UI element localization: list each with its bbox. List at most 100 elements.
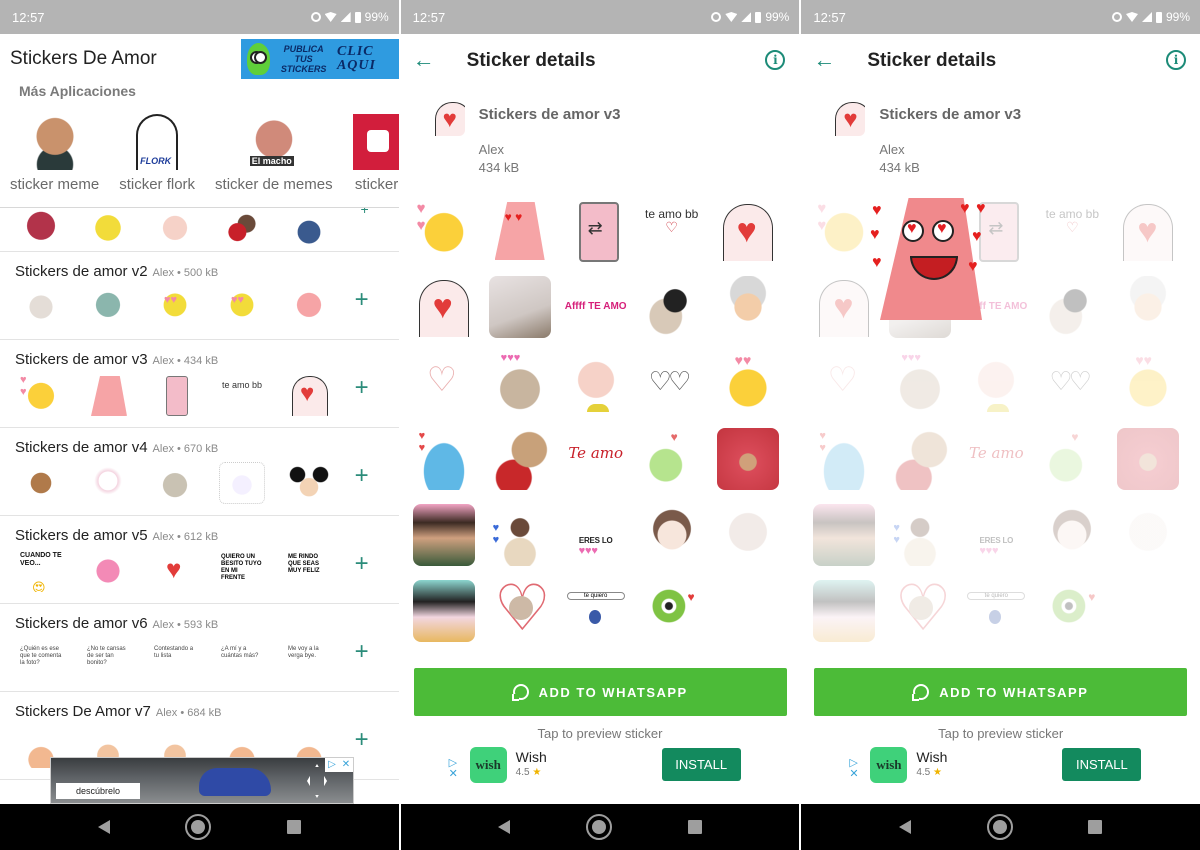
add-pack-button[interactable]: + xyxy=(355,552,369,576)
nav-home-icon[interactable] xyxy=(185,814,212,840)
add-pack-button[interactable]: + xyxy=(355,640,369,664)
wish-ad[interactable]: ▷ ✕ wish Wish 4.5 ★ INSTALL xyxy=(449,746,749,784)
sticker-cell[interactable] xyxy=(412,200,475,262)
sticker-cell[interactable] xyxy=(889,580,952,642)
sticker-cell[interactable] xyxy=(889,352,952,414)
sticker-cell[interactable] xyxy=(813,276,876,338)
nav-back-icon[interactable] xyxy=(498,820,511,834)
back-arrow-icon[interactable]: ← xyxy=(813,48,837,72)
sticker-cell[interactable] xyxy=(412,428,475,490)
sticker-cell[interactable] xyxy=(564,580,627,642)
sticker-cell[interactable] xyxy=(1041,580,1104,642)
sticker-pack[interactable]: Stickers de amor v6 Alex • 593 kB ¿Quién… xyxy=(0,604,399,692)
sticker-cell[interactable] xyxy=(640,352,703,414)
install-button[interactable]: INSTALL xyxy=(661,748,741,781)
ad-choices-icon[interactable]: ▷ xyxy=(325,758,339,772)
sticker-cell[interactable] xyxy=(813,352,876,414)
add-pack-button[interactable]: + xyxy=(355,728,369,752)
sticker-cell[interactable]: Affff TE AMO xyxy=(564,276,627,338)
sticker-cell[interactable] xyxy=(640,504,703,566)
sticker-cell[interactable] xyxy=(1117,428,1180,490)
sticker-cell[interactable] xyxy=(564,352,627,414)
add-pack-button[interactable]: + xyxy=(355,376,369,400)
sticker-cell[interactable] xyxy=(564,200,627,262)
sticker-cell[interactable] xyxy=(1041,428,1104,490)
sticker-cell[interactable] xyxy=(1117,200,1180,262)
sticker-cell[interactable] xyxy=(488,580,551,642)
sticker-cell[interactable] xyxy=(640,580,703,642)
sticker-cell[interactable] xyxy=(640,276,703,338)
app-item-sticker-meme[interactable]: sticker meme xyxy=(10,114,99,204)
nav-home-icon[interactable] xyxy=(986,814,1013,840)
sticker-cell[interactable] xyxy=(488,504,551,566)
publish-stickers-banner[interactable]: PUBLICA TUS STICKERS CLIC AQUI xyxy=(241,39,399,79)
sticker-cell[interactable] xyxy=(1041,276,1104,338)
nav-home-icon[interactable] xyxy=(585,814,612,840)
sticker-cell[interactable] xyxy=(412,580,475,642)
sticker-cell[interactable] xyxy=(412,352,475,414)
sticker-cell[interactable]: Te amo xyxy=(965,428,1028,490)
add-to-whatsapp-button[interactable]: ADD TO WHATSAPP xyxy=(413,668,787,716)
ad-close-icon[interactable]: ✕ xyxy=(339,758,353,772)
sticker-cell[interactable] xyxy=(1117,276,1180,338)
sticker-pack-partial[interactable]: + xyxy=(0,208,399,252)
ad-cta[interactable]: descúbrelo xyxy=(56,783,141,799)
sticker-cell[interactable]: Te amo xyxy=(564,428,627,490)
sticker-cell[interactable] xyxy=(716,504,779,566)
sticker-cell[interactable] xyxy=(488,428,551,490)
ad-choices-icon[interactable]: ▷ ✕ xyxy=(849,758,858,780)
app-item-sticker[interactable]: sticker xyxy=(352,114,399,204)
app-item-sticker-de-memes[interactable]: sticker de memes xyxy=(215,114,333,204)
banner-ad[interactable]: descúbrelo ▷ ✕ xyxy=(50,757,354,804)
sticker-cell[interactable]: ERES LO MÁXIMO xyxy=(564,504,627,566)
nav-recents-icon[interactable] xyxy=(286,820,301,834)
nav-recents-icon[interactable] xyxy=(687,820,702,834)
add-pack-button[interactable]: + xyxy=(360,208,368,216)
nav-back-icon[interactable] xyxy=(97,820,110,834)
sticker-preview-enlarged[interactable]: ♥ ♥ ♥ ♥ ♥ ♥ ♥ xyxy=(870,198,992,320)
sticker-cell[interactable] xyxy=(813,504,876,566)
sticker-cell[interactable] xyxy=(716,352,779,414)
ad-choices-icon[interactable]: ▷ ✕ xyxy=(449,758,458,780)
sticker-cell[interactable] xyxy=(488,352,551,414)
add-to-whatsapp-button[interactable]: ADD TO WHATSAPP xyxy=(814,668,1188,716)
sticker-pack[interactable]: Stickers de amor v2 Alex • 500 kB + xyxy=(0,252,399,340)
app-item-sticker-flork[interactable]: sticker flork xyxy=(119,114,195,204)
sticker-cell[interactable]: ERES LO MÁXIMO xyxy=(965,504,1028,566)
back-arrow-icon[interactable]: ← xyxy=(413,48,437,72)
sticker-cell[interactable]: te amo bb xyxy=(640,200,703,262)
sticker-cell[interactable] xyxy=(1117,352,1180,414)
sticker-cell[interactable] xyxy=(716,276,779,338)
sticker-cell[interactable] xyxy=(813,428,876,490)
sticker-cell[interactable] xyxy=(412,276,475,338)
sticker-cell[interactable] xyxy=(965,352,1028,414)
sticker-cell[interactable] xyxy=(813,580,876,642)
sticker-cell[interactable] xyxy=(716,428,779,490)
nav-recents-icon[interactable] xyxy=(1088,820,1103,834)
sticker-cell[interactable] xyxy=(889,504,952,566)
sticker-cell[interactable] xyxy=(1117,504,1180,566)
sticker-cell[interactable] xyxy=(488,276,551,338)
sticker-pack[interactable]: Stickers de amor v4 Alex • 670 kB + xyxy=(0,428,399,516)
nav-back-icon[interactable] xyxy=(899,820,912,834)
wish-ad[interactable]: ▷ ✕ wish Wish 4.5 ★ INSTALL xyxy=(849,746,1149,784)
sticker-cell[interactable] xyxy=(889,428,952,490)
sticker-cell[interactable] xyxy=(412,504,475,566)
add-pack-button[interactable]: + xyxy=(355,288,369,312)
sticker-cell[interactable] xyxy=(1041,504,1104,566)
sticker-cell[interactable] xyxy=(716,200,779,262)
sticker-cell[interactable]: te amo bb xyxy=(1041,200,1104,262)
info-icon[interactable]: i xyxy=(765,50,786,70)
sticker-pack[interactable]: Stickers de amor v3 Alex • 434 kB te amo… xyxy=(0,340,399,428)
sticker-cell[interactable] xyxy=(813,200,876,262)
sticker-pack-list[interactable]: + Stickers de amor v2 Alex • 500 kB + xyxy=(0,207,399,804)
eye-icon xyxy=(711,12,722,22)
install-button[interactable]: INSTALL xyxy=(1062,748,1142,781)
sticker-cell[interactable] xyxy=(640,428,703,490)
add-pack-button[interactable]: + xyxy=(355,464,369,488)
info-icon[interactable]: i xyxy=(1166,50,1187,70)
sticker-pack[interactable]: Stickers de amor v5 Alex • 612 kB CUANDO… xyxy=(0,516,399,604)
sticker-cell[interactable] xyxy=(488,200,551,262)
sticker-cell[interactable] xyxy=(1041,352,1104,414)
sticker-cell[interactable] xyxy=(965,580,1028,642)
